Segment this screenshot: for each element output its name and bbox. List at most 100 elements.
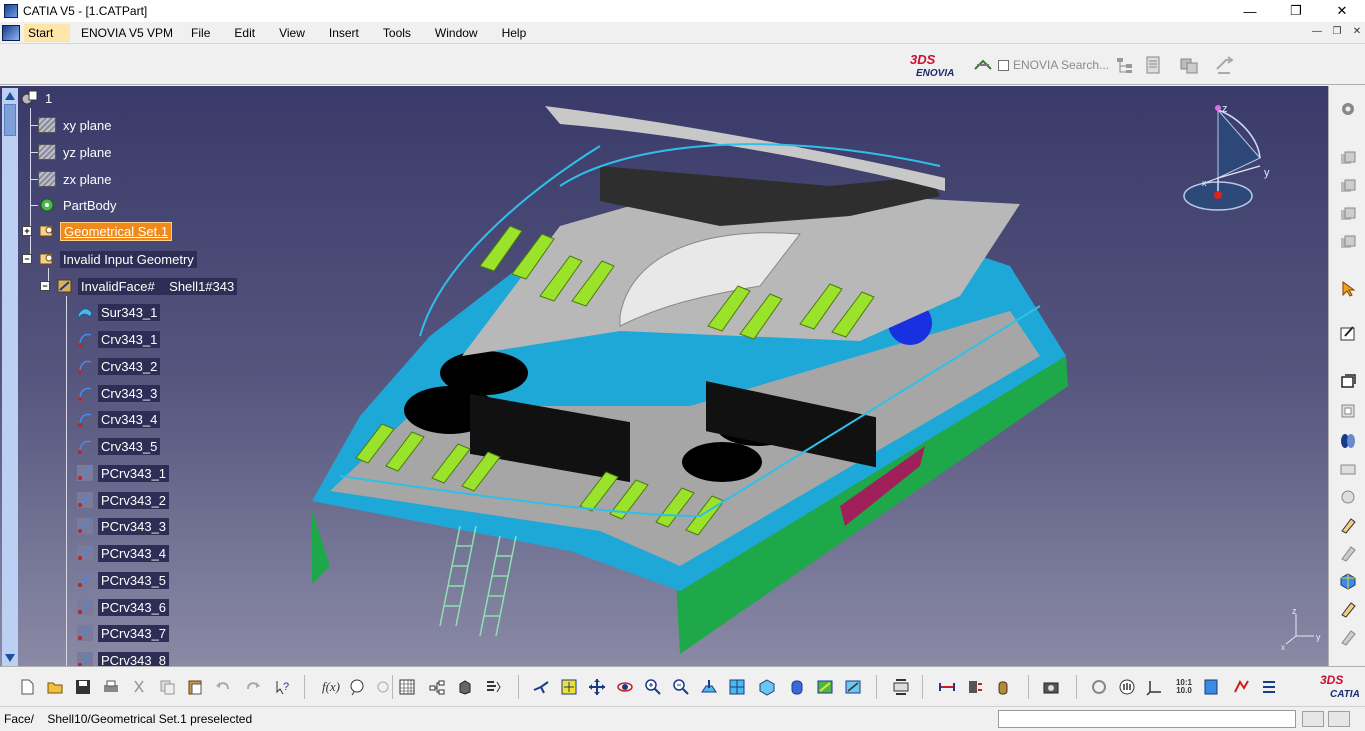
catamaran-model[interactable]: [0, 86, 1328, 666]
measure-inertia-icon[interactable]: [992, 676, 1014, 698]
table-icon[interactable]: [396, 676, 418, 698]
zoom-in-icon[interactable]: [642, 676, 664, 698]
tree-item-pcurve[interactable]: PCrv343_4: [76, 543, 170, 563]
tree-item-surface[interactable]: Sur343_1: [76, 302, 161, 322]
menu-help[interactable]: Help: [493, 24, 536, 42]
scroll-down-icon[interactable]: [5, 654, 15, 662]
tree-item-pcurve[interactable]: PCrv343_7: [76, 623, 170, 643]
compass-icon[interactable]: z y x: [1180, 98, 1280, 218]
multi-view-icon[interactable]: [726, 676, 748, 698]
cube-icon[interactable]: [1337, 570, 1359, 592]
settings-icon[interactable]: [1337, 98, 1359, 120]
capture-camera-icon[interactable]: [1040, 676, 1062, 698]
save-icon[interactable]: [72, 676, 94, 698]
catalog-icon[interactable]: [454, 676, 476, 698]
formula-icon[interactable]: f(x): [318, 676, 344, 698]
enovia-search[interactable]: ENOVIA Search...: [998, 58, 1109, 72]
scroll-up-icon[interactable]: [5, 92, 15, 100]
3d-viewport[interactable]: [0, 86, 1328, 666]
shell-icon[interactable]: [1337, 542, 1359, 564]
tree-item-invalid-input-geometry[interactable]: Invalid Input Geometry: [38, 249, 197, 269]
tree-item-pcurve[interactable]: PCrv343_6: [76, 597, 170, 617]
measure-between-icon[interactable]: [936, 676, 958, 698]
shaft-icon[interactable]: [1337, 430, 1359, 452]
enovia-logo[interactable]: 3DS ENOVIA: [906, 52, 960, 82]
cut-icon[interactable]: [128, 676, 150, 698]
tree-scrollbar[interactable]: [2, 88, 18, 666]
menu-insert[interactable]: Insert: [320, 24, 368, 42]
tree-item-geometrical-set[interactable]: Geometrical Set.1: [38, 221, 173, 241]
analysis-icon[interactable]: [1230, 676, 1252, 698]
fit-all-icon[interactable]: [558, 676, 580, 698]
tree-item-xy-plane[interactable]: xy plane: [38, 115, 114, 135]
zoom-out-icon[interactable]: [670, 676, 692, 698]
enovia-search-checkbox[interactable]: [998, 59, 1009, 71]
normal-view-icon[interactable]: [698, 676, 720, 698]
hole-icon[interactable]: [1337, 458, 1359, 480]
doc-restore-icon[interactable]: ❐: [1331, 25, 1343, 37]
reaction-icon[interactable]: [372, 676, 394, 698]
graph-tree-icon[interactable]: [426, 676, 448, 698]
doc-minimize-icon[interactable]: —: [1311, 25, 1323, 37]
annotation-icon[interactable]: [1337, 626, 1359, 648]
pad-icon[interactable]: [1337, 370, 1359, 392]
enovia-refresh-icon[interactable]: [1214, 54, 1236, 76]
iso-view-icon[interactable]: [756, 676, 778, 698]
tree-item-zx-plane[interactable]: zx plane: [38, 169, 114, 189]
enovia-connect-icon[interactable]: [972, 54, 994, 76]
update-icon[interactable]: [890, 676, 912, 698]
rotate-icon[interactable]: [614, 676, 636, 698]
collapse-minus-icon[interactable]: −: [22, 254, 32, 264]
parts-icon[interactable]: [1337, 148, 1359, 170]
draft-icon[interactable]: [1337, 514, 1359, 536]
sketch-icon[interactable]: [1337, 322, 1359, 344]
catia-logo[interactable]: 3DS CATIA: [1318, 673, 1362, 703]
axis-system-icon[interactable]: [1144, 676, 1166, 698]
select-cursor-icon[interactable]: [1337, 278, 1359, 300]
undo-icon[interactable]: [212, 676, 234, 698]
swap-visible-icon[interactable]: [842, 676, 864, 698]
pocket-icon[interactable]: [1337, 400, 1359, 422]
new-file-icon[interactable]: [16, 676, 38, 698]
tree-item-curve[interactable]: Crv343_5: [76, 436, 161, 456]
knowledge-advisor-icon[interactable]: [346, 676, 368, 698]
scroll-thumb[interactable]: [4, 104, 16, 136]
enovia-save-icon[interactable]: [1178, 54, 1200, 76]
fillet-icon[interactable]: [1337, 486, 1359, 508]
tree-item-invalid-face[interactable]: InvalidFace# Shell1#343: [56, 276, 238, 296]
expand-plus-icon[interactable]: +: [22, 226, 32, 236]
menu-tools[interactable]: Tools: [374, 24, 420, 42]
tree-item-curve[interactable]: Crv343_2: [76, 356, 161, 376]
remove-icon[interactable]: [1337, 232, 1359, 254]
minimize-icon[interactable]: —: [1227, 0, 1273, 22]
rotate-view-icon[interactable]: [1088, 676, 1110, 698]
collapse-minus-icon[interactable]: −: [40, 281, 50, 291]
copy-icon[interactable]: [156, 676, 178, 698]
tree-item-yz-plane[interactable]: yz plane: [38, 142, 114, 162]
tree-item-curve[interactable]: Crv343_4: [76, 409, 161, 429]
command-input[interactable]: [998, 710, 1296, 728]
menu-edit[interactable]: Edit: [225, 24, 264, 42]
command-options-button[interactable]: [1328, 711, 1350, 727]
print-icon[interactable]: [100, 676, 122, 698]
paste-icon[interactable]: [184, 676, 206, 698]
fly-mode-icon[interactable]: [530, 676, 552, 698]
menu-view[interactable]: View: [270, 24, 314, 42]
menu-enovia[interactable]: ENOVIA V5 VPM: [72, 24, 182, 42]
tree-item-pcurve[interactable]: PCrv343_5: [76, 570, 170, 590]
list-icon[interactable]: [1258, 676, 1280, 698]
enovia-document-icon[interactable]: [1142, 54, 1164, 76]
boolean-icon[interactable]: [1337, 176, 1359, 198]
tree-item-curve[interactable]: Crv343_1: [76, 329, 161, 349]
tree-item-pcurve[interactable]: PCrv343_2: [76, 490, 170, 510]
spec-tree-icon[interactable]: [1200, 676, 1222, 698]
help-whats-this-icon[interactable]: ?: [272, 676, 294, 698]
close-icon[interactable]: ✕: [1319, 0, 1365, 22]
menu-start[interactable]: Start: [24, 23, 70, 42]
enovia-tree-icon[interactable]: [1114, 54, 1136, 76]
open-folder-icon[interactable]: [44, 676, 66, 698]
measure-icon[interactable]: [1337, 598, 1359, 620]
redo-icon[interactable]: [242, 676, 264, 698]
command-history-button[interactable]: [1302, 711, 1324, 727]
menu-file[interactable]: File: [182, 24, 219, 42]
